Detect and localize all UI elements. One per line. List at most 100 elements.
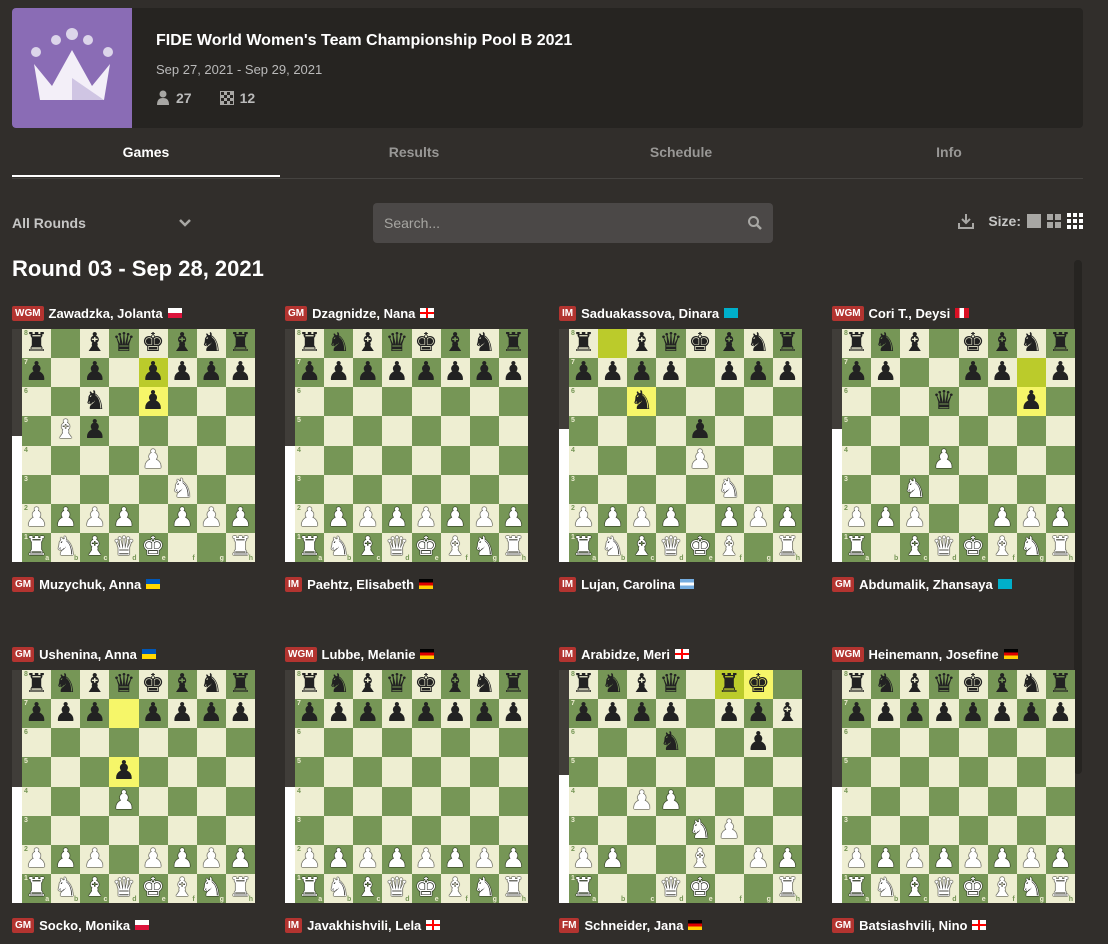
black-rook-icon[interactable]: ♜ (499, 669, 528, 699)
square-d3[interactable] (382, 474, 412, 504)
square-e7[interactable]: ♟ (138, 699, 168, 729)
square-c3[interactable] (353, 474, 383, 504)
top-player[interactable]: WGM Heinemann, Josefine (832, 644, 1076, 664)
square-b6[interactable] (324, 387, 354, 417)
square-c1[interactable]: ♝ c (353, 873, 383, 903)
square-a5[interactable]: 5 (22, 416, 52, 446)
square-e1[interactable]: ♚ e (138, 532, 168, 562)
square-f8[interactable]: ♝ (167, 328, 197, 359)
square-c2[interactable]: ♟ (80, 844, 110, 874)
square-e4[interactable]: ♟ (685, 445, 715, 475)
black-bishop-icon[interactable]: ♝ (353, 328, 382, 358)
square-b4[interactable] (324, 786, 354, 816)
black-pawn-icon[interactable]: ♟ (1017, 699, 1046, 728)
square-c5[interactable] (900, 416, 930, 446)
square-a7[interactable]: ♟ 7 (842, 699, 872, 729)
square-h8[interactable] (772, 670, 802, 700)
square-h8[interactable]: ♜ (225, 669, 255, 700)
black-pawn-icon[interactable]: ♟ (871, 358, 900, 387)
square-h2[interactable]: ♟ (225, 844, 255, 874)
tab-results[interactable]: Results (280, 130, 548, 177)
square-g6[interactable] (196, 387, 226, 417)
player-name[interactable]: Lujan, Carolina (581, 577, 675, 592)
black-knight-icon[interactable]: ♞ (871, 669, 900, 699)
square-f2[interactable] (714, 844, 744, 874)
square-d7[interactable]: ♟ (382, 699, 412, 729)
square-f7[interactable]: ♟ (987, 699, 1017, 729)
square-h8[interactable]: ♜ (498, 328, 528, 359)
square-a2[interactable]: ♟ 2 (842, 844, 872, 874)
square-g1[interactable]: g (196, 532, 226, 562)
black-queen-icon[interactable]: ♛ (656, 669, 685, 699)
square-a6[interactable]: 6 (22, 728, 52, 758)
square-h5[interactable] (225, 416, 255, 446)
square-e2[interactable]: ♝ (685, 844, 715, 874)
square-c8[interactable]: ♝ (900, 328, 930, 359)
square-h8[interactable]: ♜ (225, 328, 255, 359)
tab-schedule[interactable]: Schedule (547, 130, 815, 177)
white-knight-icon[interactable]: ♞ (715, 474, 744, 504)
white-pawn-icon[interactable]: ♟ (686, 445, 715, 475)
square-g3[interactable] (1016, 815, 1046, 845)
white-pawn-icon[interactable]: ♟ (412, 503, 441, 533)
square-h1[interactable]: ♜ h (772, 873, 802, 903)
square-e8[interactable] (685, 670, 715, 700)
square-f7[interactable]: ♟ (440, 358, 470, 388)
bottom-player[interactable]: GM Abdumalik, Zhansaya (832, 574, 1076, 594)
square-e1[interactable]: ♚ e (411, 873, 441, 903)
black-pawn-icon[interactable]: ♟ (627, 358, 656, 387)
square-g7[interactable]: ♟ (743, 699, 773, 729)
black-pawn-icon[interactable]: ♟ (773, 358, 802, 387)
square-e7[interactable]: ♟ (958, 699, 988, 729)
square-b5[interactable] (598, 757, 628, 787)
square-f4[interactable] (987, 445, 1017, 475)
black-king-icon[interactable]: ♚ (959, 328, 988, 358)
black-pawn-icon[interactable]: ♟ (226, 358, 255, 387)
square-f5[interactable] (167, 416, 197, 446)
square-e7[interactable]: ♟ (411, 699, 441, 729)
square-f2[interactable]: ♟ (987, 503, 1017, 533)
square-c1[interactable]: ♝ c (80, 532, 110, 562)
square-a1[interactable]: ♜ 1 a (569, 873, 599, 903)
black-knight-icon[interactable]: ♞ (470, 669, 499, 699)
square-g7[interactable]: ♟ (196, 358, 226, 388)
chess-board[interactable]: ♜ 8 ♞ ♝ ♛ ♚ ♝ ♞ ♜ ♟ 7 ♟ ♟ ♟ ♟ ♟ ♟ ♟ 6 5 4 3 ♟ 2 ♟ ♟ ♟ ♟ ♟ ♟ ♟ ♜ 1 a ♞ b ♝ c ♛ d… (295, 669, 528, 903)
square-g8[interactable]: ♞ (1016, 669, 1046, 700)
square-e5[interactable] (958, 757, 988, 787)
white-pawn-icon[interactable]: ♟ (168, 503, 197, 533)
square-f5[interactable] (167, 757, 197, 787)
square-d3[interactable] (929, 815, 959, 845)
square-b5[interactable] (871, 757, 901, 787)
square-d2[interactable] (109, 844, 139, 874)
square-g4[interactable] (1016, 445, 1046, 475)
square-h4[interactable] (1045, 786, 1075, 816)
player-name[interactable]: Lubbe, Melanie (322, 647, 416, 662)
square-b7[interactable] (51, 358, 81, 388)
square-f4[interactable] (440, 445, 470, 475)
chess-board[interactable]: ♜ 8 ♝ ♛ ♚ ♝ ♞ ♜ ♟ 7 ♟ ♟ ♟ ♟ ♟ 6 ♞ ♟ 5 ♝ ♟ 4 ♟ 3 ♞ ♟ 2 ♟ ♟ ♟ ♟ ♟ ♟ ♜ 1 a ♞ b ♝ c… (22, 328, 255, 562)
bottom-player[interactable]: IM Paehtz, Elisabeth (285, 574, 529, 594)
square-a4[interactable]: 4 (22, 445, 52, 475)
square-e5[interactable] (685, 757, 715, 787)
square-c7[interactable]: ♟ (353, 699, 383, 729)
square-c1[interactable]: ♝ c (353, 532, 383, 562)
black-queen-icon[interactable]: ♛ (929, 387, 958, 416)
black-pawn-icon[interactable]: ♟ (656, 358, 685, 387)
square-b7[interactable]: ♟ (871, 358, 901, 388)
square-f6[interactable] (714, 387, 744, 417)
square-b3[interactable] (871, 474, 901, 504)
square-a4[interactable]: 4 (22, 786, 52, 816)
square-d3[interactable] (656, 815, 686, 845)
square-h3[interactable] (225, 474, 255, 504)
square-c5[interactable] (900, 757, 930, 787)
player-name[interactable]: Paehtz, Elisabeth (307, 577, 414, 592)
square-g5[interactable] (469, 757, 499, 787)
black-pawn-icon[interactable]: ♟ (382, 358, 411, 387)
square-g3[interactable] (1016, 474, 1046, 504)
square-d1[interactable]: ♛ d (109, 873, 139, 903)
square-h2[interactable]: ♟ (225, 503, 255, 533)
square-h5[interactable] (1045, 416, 1075, 446)
black-bishop-icon[interactable]: ♝ (441, 328, 470, 358)
black-knight-icon[interactable]: ♞ (1017, 328, 1046, 358)
square-d4[interactable] (382, 445, 412, 475)
